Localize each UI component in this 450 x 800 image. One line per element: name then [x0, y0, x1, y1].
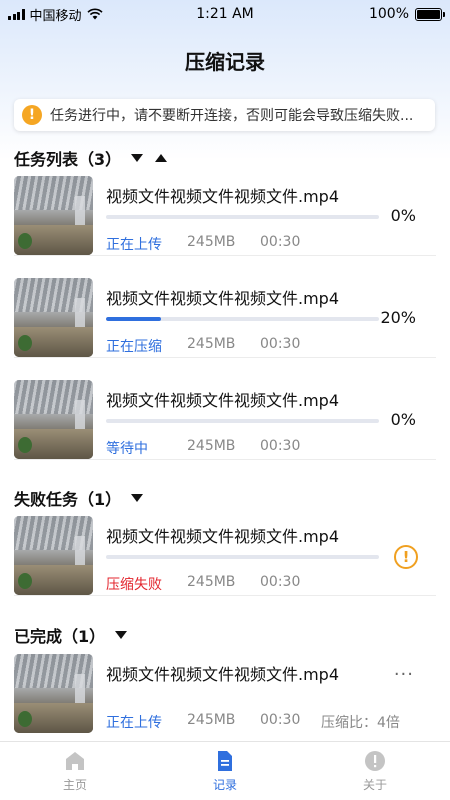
tab-bar: 主页 记录 关于 — [0, 741, 450, 800]
tab-records-label: 记录 — [212, 778, 237, 792]
task-section-title: 任务列表（3） — [14, 150, 122, 169]
battery-icon — [415, 7, 445, 21]
progress-bar — [106, 317, 379, 321]
task-status: 正在压缩 — [106, 339, 162, 355]
task-status: 压缩失败 — [106, 577, 162, 593]
task-section-header[interactable]: 任务列表（3） — [14, 146, 168, 170]
progress-percent: 0% — [390, 410, 416, 429]
progress-percent: 0% — [390, 206, 416, 225]
signal-icon — [8, 8, 25, 20]
file-name: 视频文件视频文件视频文件.mp4 — [106, 289, 340, 308]
video-duration: 00:30 — [260, 712, 301, 728]
tab-home[interactable]: 主页 — [0, 742, 150, 800]
compression-ratio: 压缩比：4倍 — [321, 715, 400, 731]
warning-text: 任务进行中，请不要断开连接，否则可能会导致压缩失败... — [50, 108, 414, 124]
video-thumbnail — [14, 176, 93, 255]
task-status: 等待中 — [106, 441, 148, 457]
file-size: 245MB — [187, 574, 236, 590]
tab-home-label: 主页 — [62, 778, 87, 792]
task-status: 正在上传 — [106, 715, 162, 731]
more-icon[interactable]: ··· — [394, 664, 414, 685]
wifi-icon — [86, 8, 103, 20]
failed-section-title: 失败任务（1） — [14, 490, 122, 509]
tab-about-label: 关于 — [362, 778, 387, 792]
sort-up-icon[interactable] — [155, 154, 168, 162]
file-name: 视频文件视频文件视频文件.mp4 — [106, 665, 340, 684]
collapse-down-icon[interactable] — [131, 154, 144, 162]
collapse-down-icon[interactable] — [131, 494, 144, 502]
done-item[interactable]: 视频文件视频文件视频文件.mp4 ··· 正在上传 245MB 00:30 压缩… — [14, 654, 436, 734]
failed-item[interactable]: 视频文件视频文件视频文件.mp4 ! 压缩失败 245MB 00:30 — [14, 516, 436, 596]
done-section-header[interactable]: 已完成（1） — [14, 623, 128, 647]
video-thumbnail — [14, 380, 93, 459]
video-duration: 00:30 — [260, 438, 301, 454]
document-icon — [218, 751, 232, 771]
warning-icon: ! — [22, 105, 42, 125]
task-item[interactable]: 视频文件视频文件视频文件.mp4 20% 正在压缩 245MB 00:30 — [14, 278, 436, 358]
video-duration: 00:30 — [260, 574, 301, 590]
tab-about[interactable]: 关于 — [300, 742, 450, 800]
home-icon — [66, 752, 84, 770]
done-section-title: 已完成（1） — [14, 627, 106, 646]
progress-bar — [106, 419, 379, 423]
file-name: 视频文件视频文件视频文件.mp4 — [106, 391, 340, 410]
video-thumbnail — [14, 516, 93, 595]
video-duration: 00:30 — [260, 234, 301, 250]
carrier-label: 中国移动 — [29, 8, 82, 24]
file-size: 245MB — [187, 336, 236, 352]
progress-bar — [106, 215, 379, 219]
file-size: 245MB — [187, 438, 236, 454]
failed-section-header[interactable]: 失败任务（1） — [14, 486, 144, 510]
status-bar: 中国移动 1:21 AM 100% — [0, 0, 450, 28]
collapse-down-icon[interactable] — [115, 631, 128, 639]
battery-percent: 100% — [368, 6, 409, 22]
video-thumbnail — [14, 278, 93, 357]
tab-records[interactable]: 记录 — [150, 742, 300, 800]
progress-percent: 20% — [380, 308, 416, 327]
file-name: 视频文件视频文件视频文件.mp4 — [106, 527, 340, 546]
info-icon — [365, 751, 385, 771]
task-item[interactable]: 视频文件视频文件视频文件.mp4 0% 等待中 245MB 00:30 — [14, 380, 436, 460]
warning-banner: ! 任务进行中，请不要断开连接，否则可能会导致压缩失败... — [14, 99, 435, 131]
alert-icon[interactable]: ! — [394, 545, 418, 569]
page-title: 压缩记录 — [185, 50, 265, 74]
progress-bar — [106, 555, 379, 559]
file-size: 245MB — [187, 234, 236, 250]
file-name: 视频文件视频文件视频文件.mp4 — [106, 187, 340, 206]
task-item[interactable]: 视频文件视频文件视频文件.mp4 0% 正在上传 245MB 00:30 — [14, 176, 436, 256]
clock: 1:21 AM — [196, 6, 254, 22]
video-thumbnail — [14, 654, 93, 733]
file-size: 245MB — [187, 712, 236, 728]
video-duration: 00:30 — [260, 336, 301, 352]
task-status: 正在上传 — [106, 237, 162, 253]
